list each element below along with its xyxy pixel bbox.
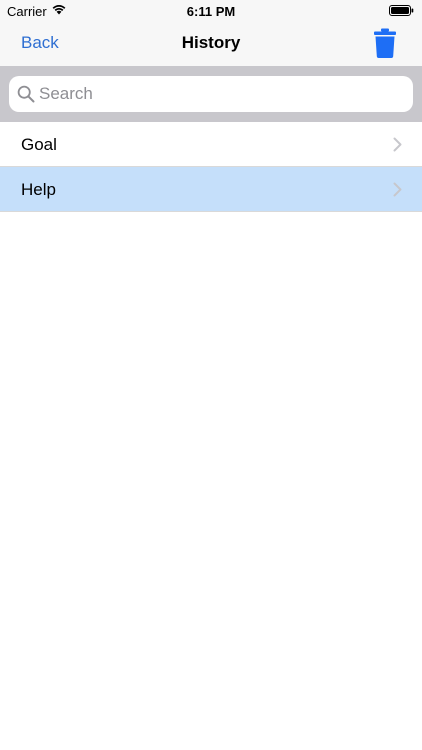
chevron-right-icon: [393, 137, 402, 152]
search-bar: [0, 66, 422, 122]
navigation-bar: Back History: [0, 22, 422, 66]
chevron-right-icon: [393, 182, 402, 197]
list-item-help[interactable]: Help: [0, 167, 422, 212]
trash-icon[interactable]: [373, 28, 397, 58]
search-field[interactable]: [9, 76, 413, 112]
battery-icon: [389, 5, 414, 16]
page-title: History: [181, 33, 241, 52]
search-input[interactable]: [39, 76, 399, 112]
list-item-label: Help: [21, 180, 56, 199]
list-item-goal[interactable]: Goal: [0, 122, 422, 167]
status-bar: Carrier 6:11 PM: [0, 0, 422, 22]
screen: Carrier 6:11 PM Back History Search Goal…: [0, 0, 422, 750]
list-item-label: Goal: [21, 135, 57, 154]
history-list: Goal Help: [0, 122, 422, 212]
search-icon: [17, 85, 35, 103]
status-time: 6:11 PM: [186, 4, 236, 19]
